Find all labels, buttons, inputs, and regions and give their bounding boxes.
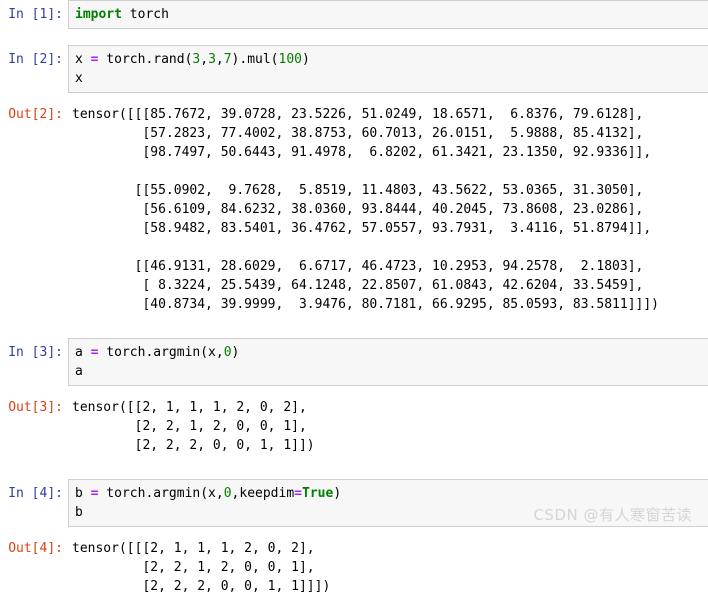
output-line: [[55.0902, 9.7628, 5.8519, 11.4803, 43.5…: [72, 183, 644, 198]
code-token: torch.rand(: [98, 52, 193, 67]
code-token: ): [231, 345, 240, 360]
code-token: ).mul(: [231, 52, 279, 67]
code-token: torch: [121, 7, 169, 22]
code-token: x: [75, 52, 91, 67]
output-text-4: tensor([[[2, 1, 1, 1, 2, 0, 2], [2, 2, 1…: [68, 536, 708, 598]
code-token: 0: [223, 345, 232, 360]
code-token: 0: [223, 486, 232, 501]
code-line: a = torch.argmin(x,0): [75, 343, 708, 362]
input-cell-2[interactable]: In [2]: x = torch.rand(3,3,7).mul(100) x: [0, 45, 708, 93]
code-token: torch.argmin(x,: [98, 345, 224, 360]
input-cell-3[interactable]: In [3]: a = torch.argmin(x,0) a: [0, 338, 708, 386]
code-token: ,keepdim: [231, 486, 295, 501]
output-cell-3: Out[3]: tensor([[2, 1, 1, 1, 2, 0, 2], [2…: [0, 395, 708, 457]
in-prompt-1: In [1]:: [8, 7, 63, 22]
code-token: ): [302, 52, 310, 67]
output-text-2: tensor([[[85.7672, 39.0728, 23.5226, 51.…: [68, 102, 708, 316]
csdn-watermark: CSDN @有人寒窗苦读: [533, 506, 692, 524]
output-line: [[46.9131, 28.6029, 6.6717, 46.4723, 10.…: [72, 259, 644, 274]
output-line: tensor([[2, 1, 1, 1, 2, 0, 2],: [72, 400, 307, 415]
input-cell-1[interactable]: In [1]: import torch: [0, 0, 708, 29]
output-line: [2, 2, 2, 0, 0, 1, 1]]): [72, 438, 315, 453]
code-token: import: [75, 7, 122, 22]
code-editor-1[interactable]: import torch: [68, 0, 708, 29]
output-line: [57.2823, 77.4002, 38.8753, 60.7013, 26.…: [72, 126, 644, 141]
code-token: b: [75, 486, 91, 501]
output-cell-4: Out[4]: tensor([[[2, 1, 1, 1, 2, 0, 2], […: [0, 536, 708, 598]
code-line: a: [75, 362, 708, 381]
out-prompt-2: Out[2]:: [8, 107, 63, 122]
code-line: x: [75, 69, 708, 88]
output-cell-2: Out[2]: tensor([[[85.7672, 39.0728, 23.52…: [0, 102, 708, 316]
code-editor-2[interactable]: x = torch.rand(3,3,7).mul(100) x: [68, 45, 708, 93]
out-prompt-4: Out[4]:: [8, 541, 63, 556]
code-token: b: [75, 505, 83, 520]
output-line: [ 8.3224, 25.5439, 64.1248, 22.8507, 61.…: [72, 278, 644, 293]
code-token: True: [302, 486, 334, 501]
code-token: ): [333, 486, 342, 501]
code-editor-3[interactable]: a = torch.argmin(x,0) a: [68, 338, 708, 386]
code-token: a: [75, 345, 91, 360]
code-token: 100: [278, 52, 302, 67]
output-line: [98.7497, 50.6443, 91.4978, 6.8202, 61.3…: [72, 145, 652, 160]
code-token: ,: [200, 52, 209, 67]
output-line: tensor([[[85.7672, 39.0728, 23.5226, 51.…: [72, 107, 644, 122]
in-prompt-4: In [4]:: [8, 486, 63, 501]
out-prompt-3: Out[3]:: [8, 400, 63, 415]
output-line: [2, 2, 2, 0, 0, 1, 1]]]): [72, 579, 331, 594]
in-prompt-3: In [3]:: [8, 345, 63, 360]
code-token: 7: [223, 52, 232, 67]
code-token: =: [294, 486, 302, 501]
output-text-3: tensor([[2, 1, 1, 1, 2, 0, 2], [2, 2, 1,…: [68, 395, 708, 457]
in-prompt-2: In [2]:: [8, 52, 63, 67]
output-line: [2, 2, 1, 2, 0, 0, 1],: [72, 560, 315, 575]
code-token: ,: [215, 52, 224, 67]
code-token: 3: [208, 52, 216, 67]
code-line: import torch: [75, 5, 708, 24]
code-token: a: [75, 364, 83, 379]
output-line: [40.8734, 39.9999, 3.9476, 80.7181, 66.9…: [72, 297, 659, 312]
output-line: [56.6109, 84.6232, 38.0360, 93.8444, 40.…: [72, 202, 644, 217]
code-token: torch.argmin(x,: [98, 486, 224, 501]
output-line: [2, 2, 1, 2, 0, 0, 1],: [72, 419, 307, 434]
code-line: b = torch.argmin(x,0,keepdim=True): [75, 484, 708, 503]
code-line: x = torch.rand(3,3,7).mul(100): [75, 50, 708, 69]
output-line: tensor([[[2, 1, 1, 1, 2, 0, 2],: [72, 541, 315, 556]
output-line: [58.9482, 83.5401, 36.4762, 57.0557, 93.…: [72, 221, 652, 236]
code-token: x: [75, 71, 83, 86]
